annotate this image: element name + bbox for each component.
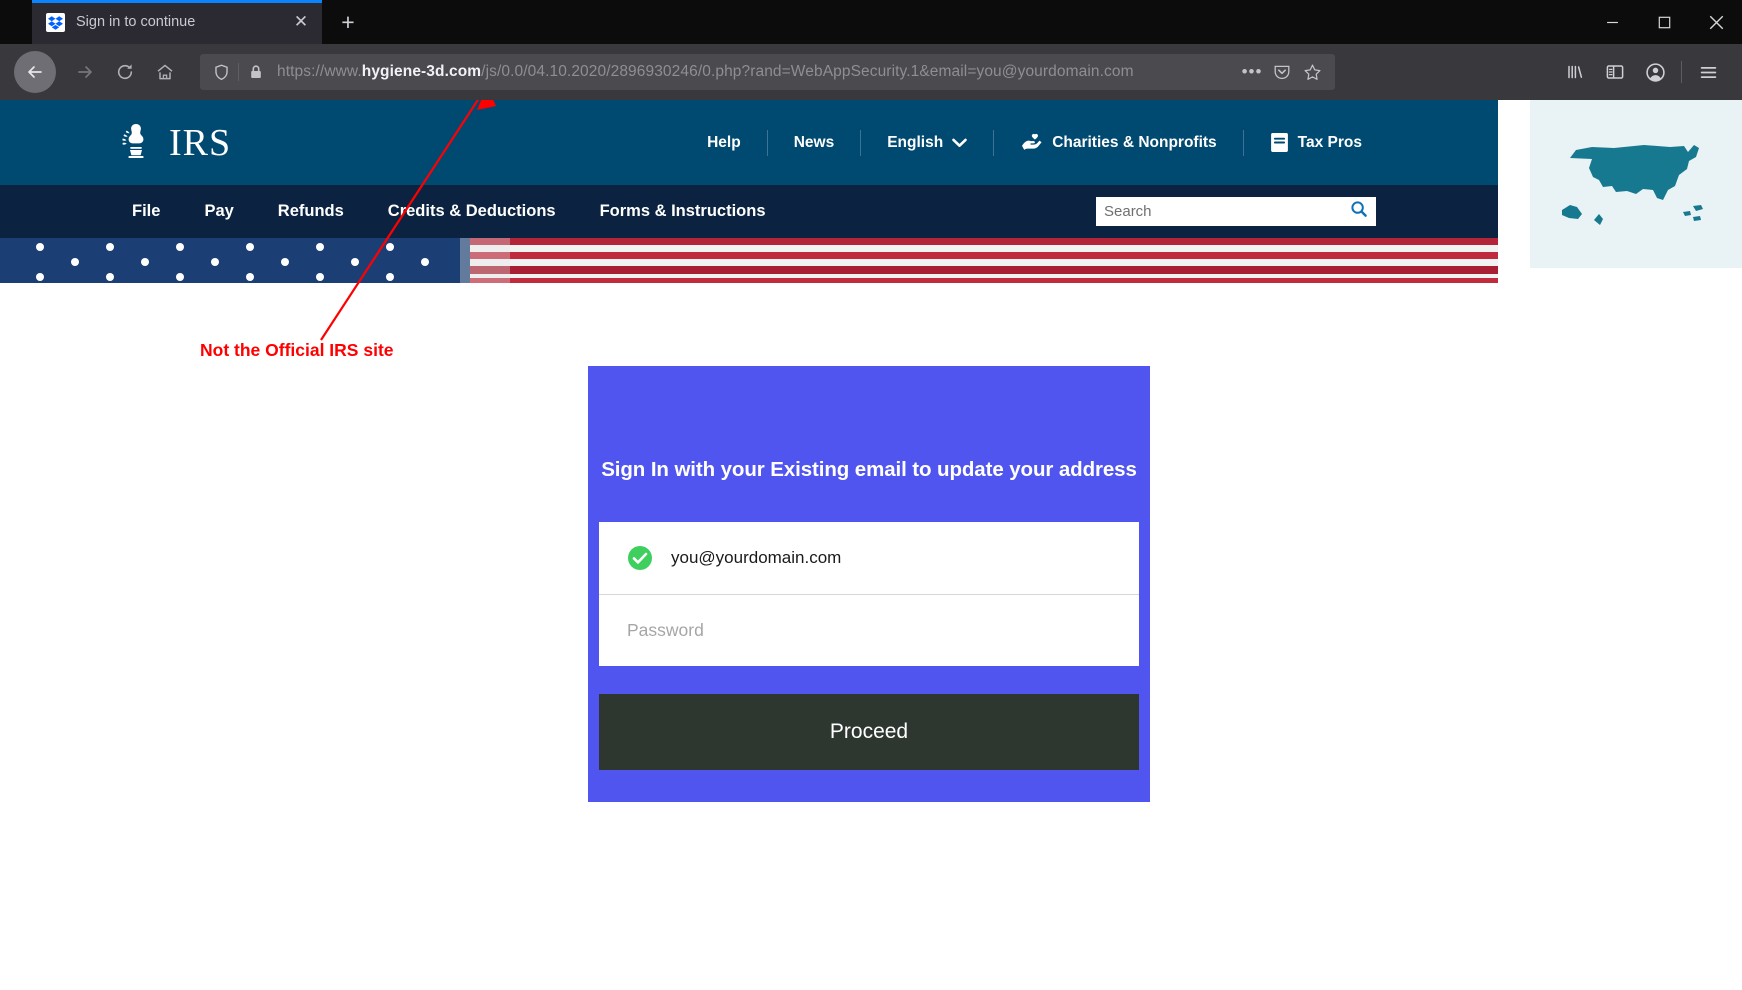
minimize-icon[interactable] [1586,0,1638,44]
charities-icon [1022,133,1042,150]
forward-arrow-icon[interactable] [66,53,104,91]
us-flag-image [0,238,1498,283]
irs-eagle-emblem-icon [122,123,144,158]
email-field[interactable]: you@yourdomain.com [599,522,1139,594]
irs-header-region: IRS Help News English Charities & Nonpro… [0,100,1498,283]
top-link-tax-pros-label: Tax Pros [1297,133,1362,151]
top-link-help-label: Help [707,133,741,151]
email-value: you@yourdomain.com [671,548,842,567]
sidebar-icon[interactable] [1595,53,1635,91]
top-link-language-label: English [887,133,944,151]
top-link-news-label: News [793,133,835,151]
url-divider [238,63,239,81]
window-controls [1586,0,1742,44]
top-link-charities-label: Charities & Nonprofits [1052,133,1217,151]
signin-title: Sign In with your Existing email to upda… [601,458,1137,481]
new-tab-button[interactable]: + [330,4,366,40]
toolbar-right-icons [1555,53,1728,91]
page-actions-icon[interactable]: ••• [1237,62,1267,82]
tab-title: Sign in to continue [76,14,196,30]
page-viewport: IRS Help News English Charities & Nonpro… [0,100,1742,990]
search-icon[interactable] [1350,200,1368,223]
star-icon[interactable] [1297,63,1327,82]
top-link-news[interactable]: News [768,134,861,152]
hamburger-menu-icon[interactable] [1688,53,1728,91]
top-link-charities[interactable]: Charities & Nonprofits [994,133,1242,152]
browser-tab[interactable]: Sign in to continue ✕ [32,0,322,44]
irs-top-bar: IRS Help News English Charities & Nonpro… [0,100,1498,185]
search-box[interactable] [1096,197,1376,226]
library-icon[interactable] [1555,53,1595,91]
reload-icon[interactable] [106,53,144,91]
signin-card: Sign In with your Existing email to upda… [588,366,1150,802]
browser-window: Sign in to continue ✕ + https://www.hygi… [0,0,1742,990]
annotation-label: Not the Official IRS site [200,340,394,360]
top-link-tax-pros[interactable]: Tax Pros [1244,132,1388,153]
irs-logo[interactable]: IRS [110,120,231,166]
padlock-icon[interactable] [243,64,269,80]
password-field[interactable]: Password [599,594,1139,666]
tab-strip: Sign in to continue ✕ + [0,0,1742,44]
account-icon[interactable] [1635,53,1675,91]
nav-link-file[interactable]: File [110,202,182,221]
nav-link-pay[interactable]: Pay [182,202,255,221]
pocket-icon[interactable] [1267,63,1297,81]
signin-fields: you@yourdomain.com Password [599,522,1139,666]
proceed-button[interactable]: Proceed [599,694,1139,770]
us-map-panel [1530,100,1742,268]
us-map-icon [1562,145,1703,225]
browser-toolbar: https://www.hygiene-3d.com/js/0.0/04.10.… [0,44,1742,100]
url-text[interactable]: https://www.hygiene-3d.com/js/0.0/04.10.… [269,63,1237,81]
irs-top-links: Help News English Charities & Nonprofits… [681,129,1388,156]
toolbar-divider [1681,61,1682,83]
irs-logo-text: IRS [169,121,232,164]
search-input[interactable] [1104,203,1350,220]
flag-banner [0,238,1498,283]
close-icon[interactable] [1690,0,1742,44]
nav-link-forms-instructions[interactable]: Forms & Instructions [578,202,788,221]
address-bar[interactable]: https://www.hygiene-3d.com/js/0.0/04.10.… [200,54,1335,90]
irs-main-nav: File Pay Refunds Credits & Deductions Fo… [0,185,1498,238]
password-placeholder: Password [627,620,704,640]
nav-link-credits-deductions[interactable]: Credits & Deductions [366,202,578,221]
top-link-help[interactable]: Help [681,134,767,152]
home-icon[interactable] [146,53,184,91]
tracking-protection-shield-icon[interactable] [208,64,234,81]
chevron-down-icon [952,138,967,147]
back-arrow-icon[interactable] [14,51,56,93]
close-tab-icon[interactable]: ✕ [290,11,312,33]
dropbox-icon [46,12,65,32]
maximize-icon[interactable] [1638,0,1690,44]
green-check-circle-icon [627,545,653,571]
top-link-language[interactable]: English [861,134,993,152]
nav-link-refunds[interactable]: Refunds [256,202,366,221]
tax-pros-icon [1270,133,1288,152]
